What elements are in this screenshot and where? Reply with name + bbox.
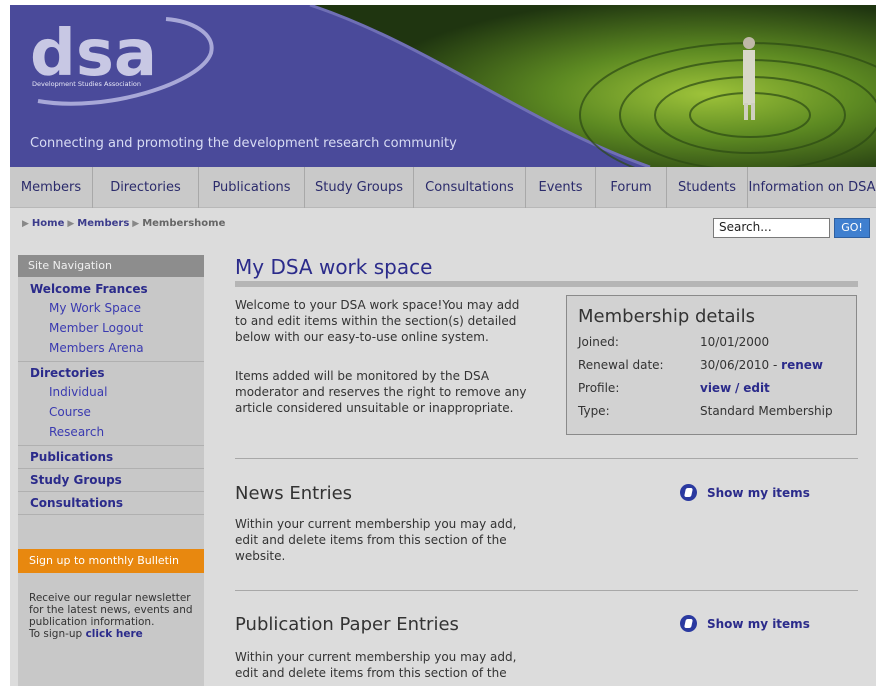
nav-members[interactable]: Members: [10, 167, 93, 208]
publication-show-my-items[interactable]: Show my items: [680, 615, 810, 632]
main-nav: Members Directories Publications Study G…: [10, 167, 876, 208]
sidebar-item-individual[interactable]: Individual: [18, 383, 204, 403]
breadcrumb-current: Membershome: [142, 218, 226, 229]
section-divider: [235, 458, 858, 459]
news-entries-description: Within your current membership you may a…: [235, 517, 517, 563]
search-go-button[interactable]: GO!: [834, 218, 870, 238]
publication-entries-description: Within your current membership you may a…: [235, 650, 517, 680]
sidebar: Site Navigation Welcome Frances My Work …: [18, 255, 204, 686]
membership-details-box: Membership details Joined: 10/01/2000 Re…: [566, 295, 857, 435]
nav-forum[interactable]: Forum: [596, 167, 667, 208]
sidebar-welcome-group: My Work Space Member Logout Members Aren…: [18, 299, 204, 362]
sidebar-item-course[interactable]: Course: [18, 403, 204, 423]
tagline: Connecting and promoting the development…: [30, 136, 457, 151]
publication-paper-entries-title: Publication Paper Entries: [235, 614, 459, 635]
chevron-right-icon: ▶: [132, 218, 140, 229]
page-title: My DSA work space: [235, 255, 433, 279]
breadcrumb-home[interactable]: Home: [32, 218, 64, 229]
moderation-notice: Items added will be monitored by the DSA…: [235, 369, 527, 415]
sidebar-item-member-logout[interactable]: Member Logout: [18, 319, 204, 339]
nav-directories[interactable]: Directories: [93, 167, 199, 208]
sidebar-item-members-arena[interactable]: Members Arena: [18, 339, 204, 359]
title-divider: [235, 281, 858, 287]
nav-students[interactable]: Students: [667, 167, 748, 208]
edit-profile-link[interactable]: edit: [743, 381, 770, 404]
news-entries-title: News Entries: [235, 483, 353, 504]
logo-subtext: Development Studies Association: [32, 80, 142, 88]
sidebar-item-research[interactable]: Research: [18, 423, 204, 443]
membership-details-title: Membership details: [578, 306, 755, 327]
sidebar-welcome[interactable]: Welcome Frances: [18, 277, 204, 299]
section-divider: [235, 590, 858, 591]
edit-icon: [680, 615, 697, 632]
bulletin-signup-heading[interactable]: Sign up to monthly Bulletin: [18, 549, 204, 573]
search-input[interactable]: Search...: [713, 218, 830, 238]
nav-information-on-dsa[interactable]: Information on DSA: [748, 167, 876, 208]
renew-link[interactable]: renew: [781, 358, 823, 381]
chevron-right-icon: ▶: [22, 218, 29, 229]
sidebar-study-groups[interactable]: Study Groups: [18, 469, 204, 492]
sidebar-publications[interactable]: Publications: [18, 446, 204, 469]
sidebar-directories-group: Individual Course Research: [18, 383, 204, 446]
breadcrumb: ▶ Home ▶ Members ▶ Membershome: [22, 218, 225, 229]
sidebar-directories[interactable]: Directories: [18, 362, 204, 383]
news-show-my-items[interactable]: Show my items: [680, 484, 810, 501]
dsa-logo[interactable]: dsa: [26, 13, 216, 113]
nav-publications[interactable]: Publications: [199, 167, 305, 208]
edit-icon: [680, 484, 697, 501]
sidebar-consultations[interactable]: Consultations: [18, 492, 204, 515]
intro-text: Welcome to your DSA work space!You may a…: [235, 298, 520, 344]
membership-profile-row: Profile: view / edit: [578, 381, 845, 404]
membership-joined-row: Joined: 10/01/2000: [578, 335, 770, 349]
sidebar-item-my-work-space[interactable]: My Work Space: [18, 299, 204, 319]
breadcrumb-members[interactable]: Members: [77, 218, 129, 229]
site-header: dsa Development Studies Association Conn…: [10, 5, 876, 167]
chevron-right-icon: ▶: [67, 218, 75, 229]
nav-events[interactable]: Events: [526, 167, 596, 208]
nav-study-groups[interactable]: Study Groups: [305, 167, 414, 208]
signup-link[interactable]: click here: [86, 628, 143, 640]
membership-type-row: Type: Standard Membership: [578, 404, 833, 418]
view-profile-link[interactable]: view: [700, 381, 731, 404]
bulletin-description: Receive our regular newsletter for the l…: [29, 592, 193, 640]
membership-renewal-row: Renewal date: 30/06/2010 - renew: [578, 358, 845, 381]
nav-consultations[interactable]: Consultations: [414, 167, 526, 208]
sidebar-heading: Site Navigation: [18, 255, 204, 277]
